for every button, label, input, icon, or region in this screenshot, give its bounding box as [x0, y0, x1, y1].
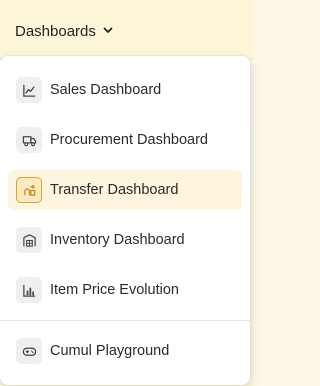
menu-item-procurement-dashboard[interactable]: Procurement Dashboard — [8, 120, 242, 160]
chevron-down-icon — [102, 23, 114, 40]
bar-chart-icon — [16, 277, 42, 303]
menu-item-sales-dashboard[interactable]: Sales Dashboard — [8, 70, 242, 110]
menu-item-label: Item Price Evolution — [50, 282, 179, 298]
menu-item-inventory-dashboard[interactable]: Inventory Dashboard — [8, 220, 242, 260]
menu-item-transfer-dashboard[interactable]: Transfer Dashboard — [8, 170, 242, 210]
truck-icon — [16, 127, 42, 153]
warehouse-icon — [16, 227, 42, 253]
transfer-icon — [16, 177, 42, 203]
menu-item-label: Cumul Playground — [50, 343, 170, 359]
menu-item-label: Transfer Dashboard — [50, 182, 179, 198]
menu-item-label: Procurement Dashboard — [50, 132, 208, 148]
dashboards-menu: Sales Dashboard Procurement Dashboard Tr… — [0, 56, 250, 385]
top-bar: Dashboards — [0, 0, 253, 60]
menu-item-label: Inventory Dashboard — [50, 232, 185, 248]
menu-divider — [0, 320, 250, 321]
menu-item-cumul-playground[interactable]: Cumul Playground — [8, 331, 242, 371]
menu-item-item-price-evolution[interactable]: Item Price Evolution — [8, 270, 242, 310]
line-chart-icon — [16, 77, 42, 103]
dashboards-label: Dashboards — [15, 22, 96, 40]
menu-item-label: Sales Dashboard — [50, 82, 162, 98]
gamepad-icon — [16, 338, 42, 364]
dashboards-dropdown-button[interactable]: Dashboards — [15, 20, 114, 42]
